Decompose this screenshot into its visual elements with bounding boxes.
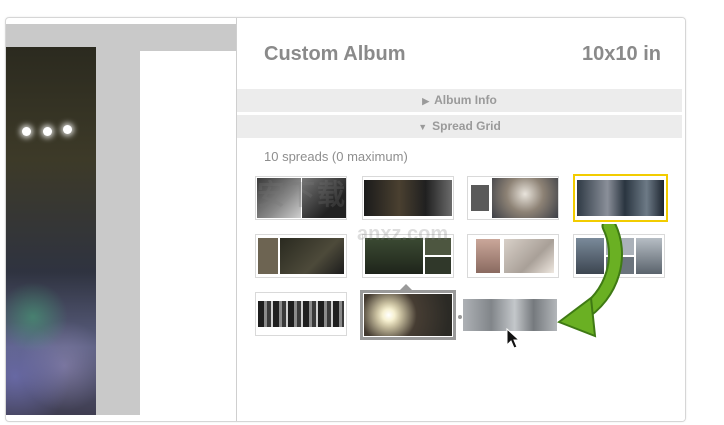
watermark-domain: anxz.com	[357, 223, 449, 245]
spread-thumbnail[interactable]	[467, 234, 559, 278]
album-title: Custom Album	[264, 43, 406, 65]
triangle-down-icon: ▼	[418, 122, 428, 132]
album-info-toggle[interactable]: ▶ Album Info	[237, 89, 682, 112]
spread-thumbnail-ghost	[463, 299, 557, 331]
album-panel: Custom Album 10x10 in ▶ Album Info ▼ Sprea…	[236, 18, 685, 421]
spread-canvas	[6, 24, 236, 415]
spread-grid-toggle[interactable]: ▼ Spread Grid	[237, 115, 682, 138]
spread-thumbnail-dragging[interactable]	[360, 290, 456, 340]
spread-thumbnail[interactable]	[362, 176, 454, 220]
spread-count: 10 spreads (0 maximum)	[264, 149, 408, 164]
spread-thumbnail-selected[interactable]	[573, 174, 668, 222]
spread-thumbnail[interactable]	[255, 234, 347, 278]
blank-page	[140, 51, 236, 415]
curved-arrow-icon	[557, 224, 623, 338]
mouse-cursor-icon	[506, 328, 520, 349]
spread-grid-label: Spread Grid	[432, 119, 501, 133]
spread-thumbnail[interactable]	[255, 292, 347, 336]
spread-thumbnail[interactable]	[467, 176, 559, 220]
watermark-logo: 安下载	[257, 179, 348, 210]
album-info-label: Album Info	[434, 93, 497, 107]
triangle-right-icon: ▶	[422, 96, 430, 106]
light-flare	[22, 127, 31, 136]
album-size: 10x10 in	[582, 43, 661, 65]
light-flare	[43, 127, 52, 136]
light-flare	[63, 125, 72, 134]
drop-indicator-icon	[398, 284, 414, 292]
spread-photo	[6, 47, 96, 415]
album-window: Custom Album 10x10 in ▶ Album Info ▼ Sprea…	[5, 17, 686, 422]
insert-point	[458, 315, 462, 319]
